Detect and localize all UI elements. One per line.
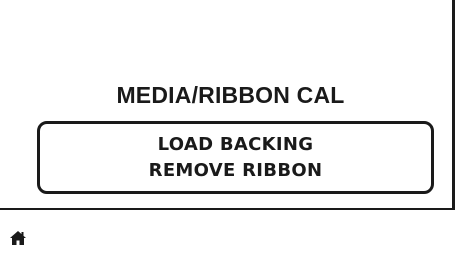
printer-display: MEDIA/RIBBON CAL LOAD BACKING REMOVE RIB…: [0, 0, 461, 262]
footer-divider: [0, 208, 455, 210]
instruction-line-1: LOAD BACKING: [157, 133, 314, 155]
instruction-line-2: REMOVE RIBBON: [148, 159, 323, 181]
home-icon[interactable]: [10, 231, 26, 245]
screen-title: MEDIA/RIBBON CAL: [116, 82, 345, 108]
instruction-box: LOAD BACKING REMOVE RIBBON: [37, 121, 434, 194]
